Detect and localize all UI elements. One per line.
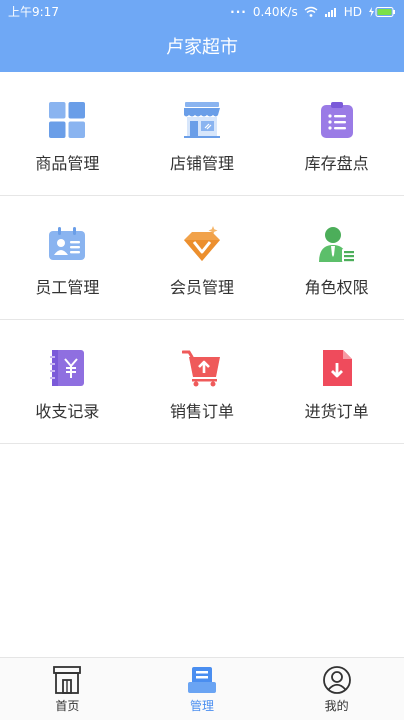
menu-item-label: 会员管理: [169, 278, 234, 297]
tab-label: 我的: [324, 699, 349, 713]
menu-item-roles[interactable]: 角色权限: [269, 196, 404, 319]
tab-label: 管理: [190, 699, 215, 713]
cart-icon: [181, 348, 222, 388]
grid-row: 收支记录 销售订单 进货订单: [0, 320, 404, 444]
grid-row: 商品管理 店铺管理 库存盘点: [0, 72, 404, 196]
menu-item-finance[interactable]: 收支记录: [0, 320, 135, 443]
bottom-tab-bar: 首页 管理 我的: [0, 657, 404, 720]
signal-icon: [324, 6, 338, 18]
tab-manage[interactable]: 管理: [135, 658, 270, 720]
store-icon: [182, 100, 222, 140]
menu-item-label: 销售订单: [169, 402, 234, 421]
id-card-icon: [47, 224, 87, 264]
menu-item-sales-orders[interactable]: 销售订单: [135, 320, 270, 443]
menu-item-products[interactable]: 商品管理: [0, 72, 135, 195]
menu-item-purchase-orders[interactable]: 进货订单: [269, 320, 404, 443]
diamond-icon: [182, 224, 222, 264]
network-type: HD: [343, 5, 362, 19]
page-title: 卢家超市: [166, 37, 238, 58]
tab-mine[interactable]: 我的: [269, 658, 404, 720]
profile-icon: [322, 665, 352, 695]
download-doc-icon: [317, 348, 357, 388]
clipboard-icon: [317, 100, 357, 140]
manage-icon: [187, 665, 217, 695]
grid-row: 员工管理 会员管理 角色权限: [0, 196, 404, 320]
shop-icon: [52, 665, 82, 695]
menu-item-members[interactable]: 会员管理: [135, 196, 270, 319]
status-right: ··· 0.40K/s HD: [230, 0, 396, 24]
yuan-notebook-icon: [47, 348, 87, 388]
menu-item-label: 角色权限: [304, 278, 369, 297]
top-bar: 上午9:17 ··· 0.40K/s HD 卢家超市: [0, 0, 404, 72]
status-time: 上午9:17: [8, 5, 59, 19]
grid-icon: [47, 100, 87, 140]
menu-item-inventory[interactable]: 库存盘点: [269, 72, 404, 195]
menu-item-staff[interactable]: 员工管理: [0, 196, 135, 319]
tab-label: 首页: [55, 699, 80, 713]
user-role-icon: [317, 224, 357, 264]
menu-item-label: 库存盘点: [304, 154, 369, 173]
wifi-icon: [304, 6, 318, 18]
menu-item-label: 进货订单: [304, 402, 369, 421]
menu-item-label: 店铺管理: [169, 154, 234, 173]
notification-dots-icon: ···: [230, 5, 247, 19]
tab-home[interactable]: 首页: [0, 658, 135, 720]
menu-item-stores[interactable]: 店铺管理: [135, 72, 270, 195]
battery-icon: [368, 6, 396, 18]
menu-item-label: 员工管理: [35, 278, 100, 297]
menu-item-label: 商品管理: [35, 154, 100, 173]
network-speed: 0.40K/s: [252, 5, 298, 19]
management-grid: 商品管理 店铺管理 库存盘点 员工管理 会员管理 角色权限 收支记录 销售订单 …: [0, 72, 404, 444]
status-bar: 上午9:17 ··· 0.40K/s HD: [0, 0, 404, 24]
menu-item-label: 收支记录: [35, 402, 100, 421]
